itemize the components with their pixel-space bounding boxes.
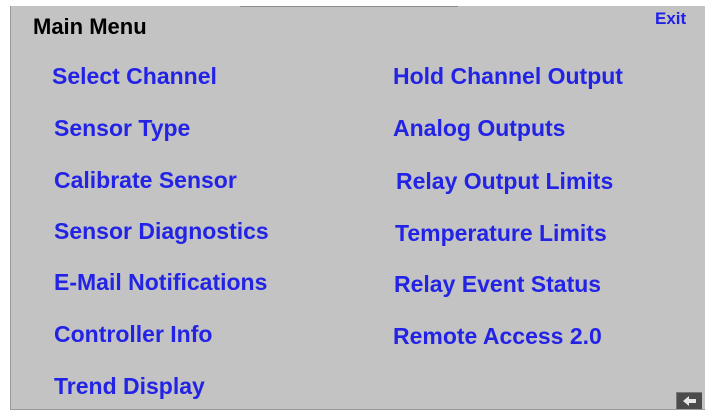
screen: Main Menu Exit Select Channel Sensor Typ…	[0, 0, 709, 412]
menu-item-relay-event-status[interactable]: Relay Event Status	[394, 270, 601, 298]
top-divider	[240, 6, 458, 7]
menu-item-remote-access[interactable]: Remote Access 2.0	[393, 322, 602, 350]
menu-item-calibrate-sensor[interactable]: Calibrate Sensor	[54, 166, 237, 194]
menu-item-hold-channel-output[interactable]: Hold Channel Output	[393, 62, 623, 90]
menu-item-relay-output-limits[interactable]: Relay Output Limits	[396, 167, 613, 195]
exit-button[interactable]: Exit	[655, 9, 686, 29]
menu-item-trend-display[interactable]: Trend Display	[54, 372, 205, 400]
menu-item-controller-info[interactable]: Controller Info	[54, 320, 212, 348]
menu-item-email-notifications[interactable]: E-Mail Notifications	[54, 268, 267, 296]
menu-item-temperature-limits[interactable]: Temperature Limits	[395, 219, 607, 247]
menu-item-sensor-diagnostics[interactable]: Sensor Diagnostics	[54, 217, 269, 245]
menu-item-analog-outputs[interactable]: Analog Outputs	[393, 114, 565, 142]
page-title: Main Menu	[33, 14, 147, 39]
menu-item-select-channel[interactable]: Select Channel	[52, 62, 217, 90]
back-arrow-icon	[677, 393, 702, 409]
menu-item-sensor-type[interactable]: Sensor Type	[54, 114, 190, 142]
back-button[interactable]	[676, 392, 702, 409]
